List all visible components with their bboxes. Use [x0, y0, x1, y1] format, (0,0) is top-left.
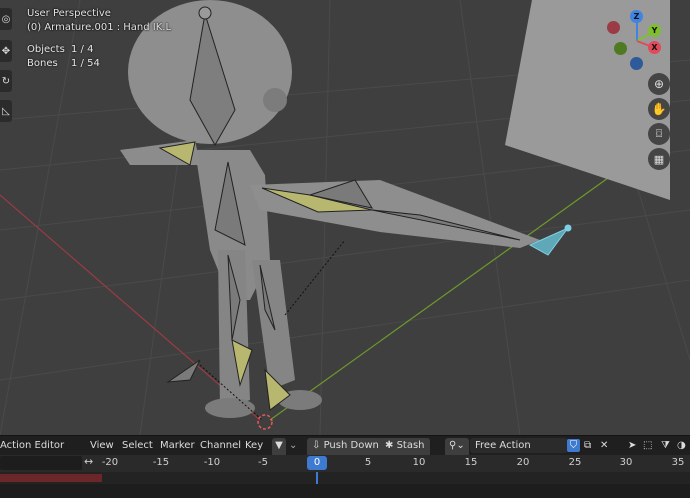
frame-label: 10	[412, 457, 426, 468]
zoom-icon[interactable]: ⊕	[648, 73, 670, 95]
frame-label: 35	[671, 457, 685, 468]
editor-mode-dropdown[interactable]: Action Editor	[0, 436, 64, 455]
frame-label: 20	[516, 457, 530, 468]
frame-label: -15	[152, 457, 170, 468]
3d-cursor[interactable]	[257, 414, 273, 430]
action-name-field[interactable]: Free Action	[470, 438, 568, 453]
action-editor-header: Action Editor View Select Marker Channel…	[0, 435, 690, 457]
active-bone-label: (0) Armature.001 : Hand IK.L	[27, 22, 172, 33]
cursor-tool-icon[interactable]: ◎	[0, 8, 12, 30]
frame-label: -20	[101, 457, 119, 468]
viewport-title: User Perspective	[27, 8, 111, 19]
frame-range-outside	[0, 474, 102, 482]
channel-search-field[interactable]	[0, 456, 82, 470]
pan-hand-icon[interactable]: ✋	[648, 98, 670, 120]
measure-tool-icon[interactable]: ◺	[0, 100, 12, 122]
timeline-ruler[interactable]: ↔ -20 -15 -10 -5 0 5 10 15 20 25 30 35	[0, 455, 690, 472]
playhead-line[interactable]	[316, 472, 318, 484]
gizmo-y-axis[interactable]: Y	[648, 24, 661, 37]
current-frame-indicator[interactable]: 0	[307, 456, 327, 470]
duplicate-action-icon[interactable]: ⧉	[584, 436, 591, 455]
menu-view[interactable]: View	[90, 436, 114, 455]
gizmo-neg-x-axis[interactable]	[607, 21, 620, 34]
menu-key[interactable]: Key	[245, 436, 263, 455]
box-select-icon[interactable]: ⬚	[643, 436, 652, 455]
frame-label: 25	[568, 457, 582, 468]
frame-label: 5	[364, 457, 372, 468]
push-down-icon: ⇩	[312, 440, 321, 451]
stat-bones: Bones 1 / 54	[27, 58, 100, 69]
gizmo-neg-y-axis[interactable]	[614, 42, 627, 55]
perspective-grid-icon[interactable]: ▦	[648, 148, 670, 170]
channel-region[interactable]	[0, 484, 690, 498]
menu-select[interactable]: Select	[122, 436, 153, 455]
unlink-action-icon[interactable]: ✕	[600, 436, 608, 455]
key-dropdown-arrow-icon[interactable]: ⌄	[289, 436, 297, 455]
menu-channel[interactable]: Channel	[200, 436, 241, 455]
overlay-icon[interactable]: ◑	[677, 436, 686, 455]
scene-canvas[interactable]	[0, 0, 690, 435]
menu-marker[interactable]: Marker	[160, 436, 195, 455]
fake-user-shield-icon[interactable]: ⛉	[567, 439, 580, 452]
frame-label: 30	[619, 457, 633, 468]
filter-icon[interactable]: ⧩	[661, 436, 670, 455]
gizmo-x-axis[interactable]: X	[648, 41, 661, 54]
snowflake-icon: ✱	[385, 440, 394, 451]
3d-viewport[interactable]: User Perspective (0) Armature.001 : Hand…	[0, 0, 690, 435]
rotate-tool-icon[interactable]: ↻	[0, 70, 12, 92]
frame-label: -5	[258, 457, 268, 468]
move-tool-icon[interactable]: ✥	[0, 40, 12, 62]
gizmo-neg-z-axis[interactable]	[630, 57, 643, 70]
navigation-gizmo[interactable]: Z Y X	[605, 8, 665, 70]
camera-icon[interactable]: ⌼	[648, 123, 670, 145]
frame-label: -10	[203, 457, 221, 468]
stat-objects: Objects 1 / 4	[27, 44, 94, 55]
gizmo-z-axis[interactable]: Z	[630, 10, 643, 23]
frame-label: 15	[464, 457, 478, 468]
timeline-track[interactable]	[0, 472, 690, 484]
swap-arrows-icon[interactable]: ↔	[84, 455, 93, 468]
select-cursor-icon[interactable]: ➤	[628, 436, 636, 455]
